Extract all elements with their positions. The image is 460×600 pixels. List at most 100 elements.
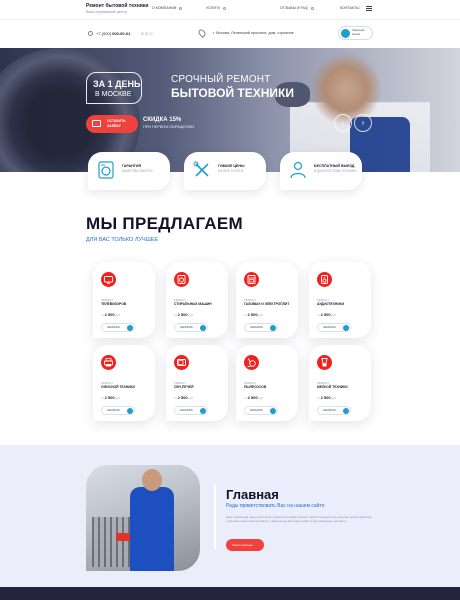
speaker-icon (317, 272, 332, 287)
tv-icon (101, 272, 116, 287)
hero-badge-line2: В МОСКВЕ (95, 91, 132, 98)
service-card[interactable]: РЕМОНТ СТИРАЛЬНЫХ МАШИН от 2 500 руб ЗАКАЗА… (166, 262, 228, 338)
feature-title: ГИБКИЕ ЦЕНЫ (218, 164, 245, 168)
feature-subtitle: И ДИАГНОСТИКА ТЕХНИКИ (314, 169, 357, 173)
blender-icon (317, 355, 332, 370)
menu-icon[interactable] (366, 6, 372, 11)
service-card[interactable]: РЕМОНТ ТЕЛЕВИЗОРОВ от 2 500 руб ЗАКАЗАТЬ (93, 262, 155, 338)
phone-call-icon (341, 29, 350, 38)
brand[interactable]: Ремонт бытовой техники Ваш сервисный цен… (86, 3, 148, 15)
price-currency: руб (331, 396, 336, 400)
mail-icon (92, 120, 101, 127)
price-currency: руб (331, 313, 336, 317)
card-name: АУДИОТЕХНИКИ (317, 302, 344, 306)
price-prefix: от (244, 313, 247, 317)
card-price: от 2 500 руб (244, 395, 263, 400)
price-prefix: от (101, 313, 104, 317)
order-service-button[interactable]: ЗАКАЗАТЬ (317, 406, 351, 415)
washing-machine-icon (174, 272, 189, 287)
price-currency: руб (188, 313, 193, 317)
feature-title: БЕСПЛАТНЫЙ ВЫЕЗД (314, 164, 355, 168)
microwave-icon (174, 355, 189, 370)
next-arrow-icon[interactable]: › (354, 114, 372, 132)
hero-title-line1: СРОЧНЫЙ РЕМОНТ (171, 74, 271, 85)
card-price: от 2 500 руб (317, 312, 336, 317)
order-service-label: ЗАКАЗАТЬ (180, 326, 193, 329)
washing-machine-icon (98, 161, 114, 179)
card-price: от 2 500 руб (317, 395, 336, 400)
price-prefix: от (101, 396, 104, 400)
price-prefix: от (317, 313, 320, 317)
price-value: 2 500 (104, 395, 115, 400)
prev-arrow-icon[interactable]: ‹ (334, 114, 352, 132)
price-value: 2 500 (320, 312, 331, 317)
phone-icon (88, 31, 93, 36)
price-currency: руб (115, 313, 120, 317)
order-service-button[interactable]: ЗАКАЗАТЬ (174, 323, 208, 332)
feature-card-guarantee: ГАРАНТИЯ КАЧЕСТВА РАБОТЫ (88, 152, 170, 190)
service-card[interactable]: РЕМОНТ ПЫЛЕСОСОВ от 2 500 руб ЗАКАЗАТЬ (236, 345, 298, 421)
callback-button[interactable]: Обратный звонок (338, 26, 373, 40)
order-service-button[interactable]: ЗАКАЗАТЬ (244, 323, 278, 332)
service-card[interactable]: РЕМОНТ СВЧ-ПЕЧЕЙ от 2 500 руб ЗАКАЗАТЬ (166, 345, 228, 421)
order-service-label: ЗАКАЗАТЬ (323, 409, 336, 412)
price-currency: руб (188, 396, 193, 400)
service-card[interactable]: РЕМОНТ ГАЗОВЫХ И ЭЛЕКТРОПЛИТ от 2 500 руб З… (236, 262, 298, 338)
price-prefix: от (174, 396, 177, 400)
phone-number[interactable]: +7 (000) 000-00-01 (96, 31, 130, 36)
order-button[interactable]: ОСТАВИТЬ ЗАЯВКУ (86, 115, 138, 133)
price-value: 2 500 (177, 312, 188, 317)
card-name: ОФИСНОЙ ТЕХНИКИ (101, 385, 135, 389)
order-service-button[interactable]: ЗАКАЗАТЬ (244, 406, 278, 415)
price-prefix: от (174, 313, 177, 317)
card-name: ТЕЛЕВИЗОРОВ (101, 302, 127, 306)
service-card[interactable]: РЕМОНТ МЕЛКОЙ ТЕХНИКИ от 2 500 руб ЗАКАЗАТЬ (309, 345, 371, 421)
learn-more-button[interactable]: Узнать больше (226, 539, 264, 551)
phone-digits: 000-00-01 (112, 31, 131, 36)
nav-item-services[interactable]: УСЛУГИ (206, 6, 226, 10)
order-service-button[interactable]: ЗАКАЗАТЬ (317, 323, 351, 332)
arrow-right-icon (343, 325, 349, 331)
arrow-right-icon (127, 325, 133, 331)
order-service-button[interactable]: ЗАКАЗАТЬ (101, 406, 135, 415)
nav-label: О КОМПАНИИ (152, 6, 177, 10)
feature-card-prices: ГИБКИЕ ЦЕНЫ НА ВСЕ УСЛУГИ (184, 152, 266, 190)
feature-card-free-visit: БЕСПЛАТНЫЙ ВЫЕЗД И ДИАГНОСТИКА ТЕХНИКИ (280, 152, 362, 190)
card-price: от 2 500 руб (244, 312, 263, 317)
chevron-down-icon (222, 6, 226, 10)
card-name: СТИРАЛЬНЫХ МАШИН (174, 302, 212, 306)
service-card[interactable]: РЕМОНТ ОФИСНОЙ ТЕХНИКИ от 2 500 руб ЗАКАЗАТ… (93, 345, 155, 421)
order-service-label: ЗАКАЗАТЬ (250, 409, 263, 412)
hero-badge: ЗА 1 ДЕНЬ В МОСКВЕ (86, 72, 142, 104)
price-currency: руб (258, 396, 263, 400)
nav-item-reviews[interactable]: ОТЗЫВЫ И FAQ (280, 6, 314, 10)
printer-icon (101, 355, 116, 370)
service-card[interactable]: РЕМОНТ АУДИОТЕХНИКИ от 2 500 руб ЗАКАЗАТЬ (309, 262, 371, 338)
price-value: 2 500 (320, 395, 331, 400)
vacuum-icon (244, 355, 259, 370)
discount-title: СКИДКА 15% (143, 117, 182, 123)
card-name: СВЧ-ПЕЧЕЙ (174, 385, 194, 389)
arrow-right-icon (200, 325, 206, 331)
card-price: от 2 500 руб (101, 395, 120, 400)
order-service-button[interactable]: ЗАКАЗАТЬ (101, 323, 135, 332)
price-prefix: от (317, 396, 320, 400)
nav-label: ОТЗЫВЫ И FAQ (280, 6, 308, 10)
tool (116, 533, 130, 541)
nav-item-about[interactable]: О КОМПАНИИ (152, 6, 183, 10)
about-section: Главная Рады приветствовать Вас на нашем… (0, 445, 460, 587)
feature-subtitle: КАЧЕСТВА РАБОТЫ (122, 169, 153, 173)
card-price: от 2 500 руб (174, 395, 193, 400)
price-value: 2 500 (247, 312, 258, 317)
arrow-right-icon (270, 325, 276, 331)
order-service-button[interactable]: ЗАКАЗАТЬ (174, 406, 208, 415)
nav-label: КОНТАКТЫ (340, 6, 360, 10)
social-icons[interactable]: ✆ ⓦ ⓥ (141, 32, 153, 37)
worker-head (142, 469, 162, 491)
offers-title: МЫ ПРЕДЛАГАЕМ (86, 214, 243, 233)
slider-arrows: ‹ › (334, 114, 374, 132)
order-service-label: ЗАКАЗАТЬ (180, 409, 193, 412)
discount-note: ПРИ ПЕРВОМ ОБРАЩЕНИИ (143, 125, 194, 129)
nav-item-contacts[interactable]: КОНТАКТЫ (340, 6, 359, 10)
order-service-label: ЗАКАЗАТЬ (250, 326, 263, 329)
